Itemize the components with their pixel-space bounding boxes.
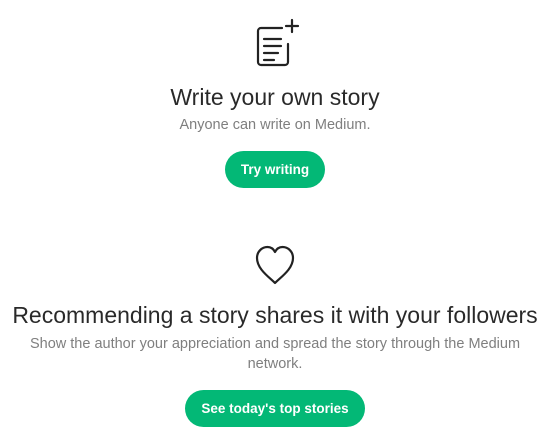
recommend-title: Recommending a story shares it with your… bbox=[12, 302, 538, 328]
write-story-title: Write your own story bbox=[170, 84, 380, 110]
recommend-section: Recommending a story shares it with your… bbox=[0, 241, 550, 427]
try-writing-button[interactable]: Try writing bbox=[224, 151, 326, 188]
write-story-plus-icon bbox=[0, 14, 550, 70]
write-story-subtitle: Anyone can write on Medium. bbox=[179, 117, 371, 133]
write-story-section: Write your own story Anyone can write on… bbox=[0, 14, 550, 188]
heart-icon bbox=[0, 241, 550, 289]
see-top-stories-button[interactable]: See today's top stories bbox=[185, 390, 365, 427]
recommend-subtitle: Show the author your appreciation and sp… bbox=[29, 336, 521, 372]
